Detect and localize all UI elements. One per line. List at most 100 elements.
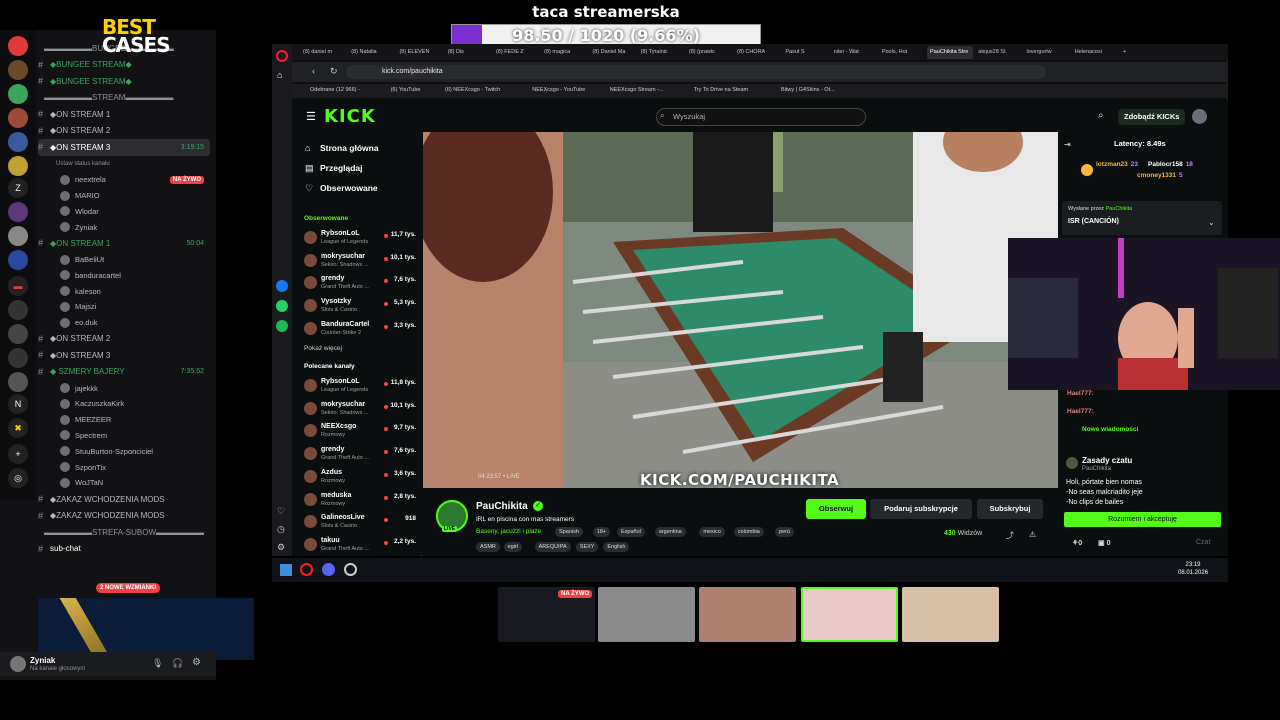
voice-member[interactable]: Majszi [38,299,210,315]
voice-member[interactable]: WoJTaN [38,475,210,491]
stream-tag[interactable]: AREQUIPA [534,542,571,552]
stream-tag[interactable]: egirl [503,542,522,552]
home-icon[interactable]: ⌂ [277,70,282,80]
stream-tag[interactable]: 18+ [592,527,611,537]
browser-tab[interactable]: (8) CHORA [734,46,780,59]
stream-tag[interactable]: perú [775,527,795,537]
server-icon[interactable] [8,60,28,80]
whatsapp-icon[interactable] [276,300,288,312]
channel-row[interactable]: RybsonLoL League of Legends 11,8 tys. [304,376,416,398]
top-gifter[interactable]: cmoney1331 5 [1137,172,1183,179]
subscribe-button[interactable]: Subskrybuj [977,499,1043,519]
avatar[interactable] [1192,109,1207,124]
messenger-icon[interactable] [276,280,288,292]
channel-category[interactable]: ▬▬▬▬▬▬STREFA-SUBOW▬▬▬▬▬▬ [38,524,210,541]
channel-category[interactable]: ▬▬▬▬▬▬STREAM▬▬▬▬▬▬ [38,90,210,107]
channel-row[interactable]: takuu Grand Theft Auto ... 2,2 tys. [304,535,416,557]
server-icon[interactable]: ✖ [8,418,28,438]
server-icon[interactable] [8,324,28,344]
channel-row[interactable]: NEEXcsgo Rozmowy 9,7 tys. [304,421,416,443]
browser-tab[interactable]: (8) Dis [445,46,491,59]
mic-icon[interactable]: 🎙 [152,658,163,669]
voice-channel[interactable]: # ◆ZAKAZ WCHODZENIA MODS [38,491,210,508]
stream-category[interactable]: Baseny, jacuzzi i plaże [476,528,541,535]
server-icon[interactable] [8,300,28,320]
browser-tab[interactable]: (8) daniel m [300,46,346,59]
server-icon[interactable] [8,226,28,246]
voice-member[interactable]: Wlodar [38,204,210,220]
top-gifter[interactable]: lotzman23 23 [1096,161,1138,168]
browser-tab[interactable]: (8) ELEVEN [396,46,442,59]
voice-member[interactable]: BaBeliUt [38,252,210,268]
kick-logo[interactable]: KICK [324,106,376,127]
history-icon[interactable]: ◷ [277,524,285,535]
browser-tab[interactable]: niter - Wat [831,46,877,59]
stream-tag[interactable]: argentina [654,527,686,537]
search-input[interactable]: Wyszukaj [656,108,866,126]
chat-send-button[interactable]: Czat [1196,539,1210,546]
collapse-chat-icon[interactable]: ⇥ [1064,140,1071,149]
server-icon[interactable] [8,156,28,176]
back-icon[interactable]: ‹ [312,66,315,76]
voice-member[interactable]: KaczuszkaKirk [38,396,210,412]
channel-row[interactable]: mokrysuchar Sekiro: Shadows ... 10,1 tys. [304,251,416,273]
browser-tab[interactable]: PauChikita Stre [927,46,974,59]
show-more-link[interactable]: Pokaż więcej [304,345,342,352]
voice-member[interactable]: MARIO [38,188,210,204]
stream-tag[interactable]: colombia [733,527,764,537]
bookmark-item[interactable]: Bitwy | G4Skins - Ot... [781,87,835,93]
browser-tab[interactable]: alejus28 St [975,46,1021,59]
channel-row[interactable]: grendy Grand Theft Auto ... 7,6 tys. [304,273,416,295]
voice-channel[interactable]: # ◆ON STREAM 3 3:19:15 [38,139,210,156]
browser-tab[interactable]: (8) (prawic [686,46,732,59]
server-icon[interactable]: Z [8,178,28,198]
new-messages-divider[interactable]: Nowe wiadomości [1082,426,1138,433]
thumbnail-neex[interactable] [801,587,898,642]
bookmark-item[interactable]: NEEXcsgo Stream -... [610,87,664,93]
browser-tab[interactable]: (8) Daniel Ma [589,46,635,59]
follow-button[interactable]: Obserwuj [806,499,866,519]
browser-tab[interactable]: (8) FEDE Z [493,46,539,59]
nav-browse[interactable]: Przeglądaj [320,163,363,173]
server-icon[interactable]: N [8,394,28,414]
server-icon[interactable] [8,348,28,368]
bookmark-item[interactable]: (6) NEEXcsgo - Twitch [445,87,500,93]
stream-tag[interactable]: mexico [699,527,725,537]
discover-icon[interactable]: ◎ [8,468,28,488]
voice-member[interactable]: MEEZEER [38,412,210,428]
accept-rules-button[interactable]: Rozumiem i akceptuję [1064,512,1221,527]
server-icon[interactable] [8,108,28,128]
voice-channel[interactable]: # ◆BUNGEE STREAM◆ [38,57,210,74]
channel-row[interactable]: Azdus Rozmowy 3,6 tys. [304,467,416,489]
browser-tab[interactable]: (8) Natalia [348,46,394,59]
settings-icon[interactable]: ⚙ [277,542,285,553]
voice-member[interactable]: neextrela NA ŻYWO [38,172,210,188]
stream-tag[interactable]: English [603,542,630,552]
opera-taskbar-icon[interactable] [300,563,313,576]
server-icon[interactable] [8,372,28,392]
settings-gear-icon[interactable]: ⚙ [192,657,201,668]
voice-member[interactable]: jajekkk [38,380,210,396]
headphones-icon[interactable]: 🎧 [172,658,183,669]
discord-taskbar-icon[interactable] [322,563,335,576]
windows-start-icon[interactable] [280,564,292,576]
thumbnail-face[interactable] [699,587,796,642]
browser-tab[interactable]: Pools, Hot [879,46,925,59]
bookmark-item[interactable]: NEEXcsgo - YouTube [532,87,585,93]
stream-tag[interactable]: Español [617,527,645,537]
bookmark-item[interactable]: (6) YouTube [391,87,421,93]
chat-message-user[interactable]: Hael777: [1067,408,1094,415]
voice-member[interactable]: Zyniak [38,219,210,235]
server-icon[interactable]: ▬ [8,276,28,296]
channel-row[interactable]: mokrysuchar Sekiro: Shadows ... 10,1 tys. [304,399,416,421]
url-field[interactable]: kick.com/pauchikita [346,65,1046,79]
channel-row[interactable]: meduska Rozmowy 2,8 tys. [304,490,416,512]
chevron-down-icon[interactable]: ⌄ [1208,218,1215,227]
gift-subs-button[interactable]: Podaruj subskrypcje [870,499,972,519]
spotify-icon[interactable] [276,320,288,332]
server-icon[interactable] [8,132,28,152]
browser-tab[interactable]: Helenacosi [1072,46,1118,59]
voice-member[interactable]: eo.duk [38,315,210,331]
voice-channel[interactable]: # ◆ON STREAM 1 [38,106,210,123]
obs-taskbar-icon[interactable] [344,563,357,576]
